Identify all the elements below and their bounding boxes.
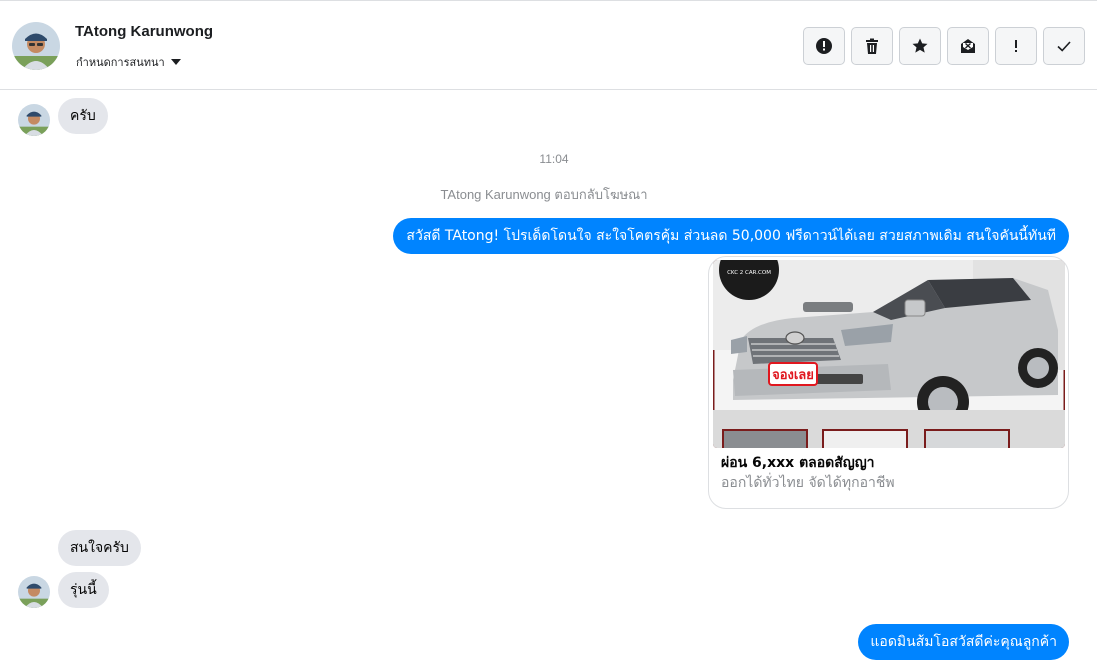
sender-avatar[interactable] bbox=[18, 576, 50, 608]
incoming-message[interactable]: รุ่นนี้ bbox=[58, 572, 109, 608]
conversation-settings-dropdown[interactable]: กำหนดการสนทนา bbox=[76, 53, 181, 71]
delete-button[interactable] bbox=[851, 27, 893, 65]
incoming-message[interactable]: สนใจครับ bbox=[58, 530, 141, 566]
ad-card[interactable]: CKC 2 CAR.COM จองเลย ผ่อน 6,xxx ตลอดสัญญ… bbox=[708, 256, 1069, 509]
book-now-badge: จองเลย bbox=[772, 368, 814, 383]
conversation-header: TAtong Karunwong กำหนดการสนทนา bbox=[0, 0, 1097, 90]
incoming-message[interactable]: ครับ bbox=[58, 98, 108, 134]
trash-icon bbox=[866, 38, 878, 54]
checkmark-icon bbox=[1057, 41, 1071, 52]
contact-avatar[interactable] bbox=[12, 22, 60, 70]
envelope-x-icon bbox=[961, 39, 975, 53]
exclamation-icon bbox=[1015, 40, 1017, 52]
outgoing-message[interactable]: แอดมินส้มโอสวัสดีค่ะคุณลูกค้า bbox=[858, 624, 1069, 660]
mark-done-button[interactable] bbox=[1043, 27, 1085, 65]
alert-circle-icon bbox=[816, 38, 832, 54]
dealer-logo-text: CKC 2 CAR.COM bbox=[727, 270, 771, 276]
ad-title[interactable]: ผ่อน 6,xxx ตลอดสัญญา bbox=[721, 452, 875, 474]
ad-car-image[interactable]: CKC 2 CAR.COM จองเลย bbox=[713, 260, 1065, 448]
mark-unread-button[interactable] bbox=[947, 27, 989, 65]
contact-name[interactable]: TAtong Karunwong bbox=[75, 23, 213, 40]
star-button[interactable] bbox=[899, 27, 941, 65]
caret-down-icon bbox=[170, 59, 181, 65]
conversation-toolbar bbox=[803, 27, 1085, 65]
mark-important-button[interactable] bbox=[995, 27, 1037, 65]
message-timestamp: 11:04 bbox=[539, 152, 569, 166]
star-icon bbox=[912, 38, 928, 53]
outgoing-message[interactable]: สวัสดี TAtong! โปรเด็ดโดนใจ สะใจโคตรคุ้ม… bbox=[393, 218, 1069, 254]
sender-avatar[interactable] bbox=[18, 104, 50, 136]
ad-reply-note: TAtong Karunwong ตอบกลับโฆษณา bbox=[440, 187, 648, 202]
conversation-settings-label: กำหนดการสนทนา bbox=[76, 57, 165, 69]
ad-subtitle: ออกได้ทั่วไทย จัดได้ทุกอาชีพ bbox=[721, 475, 895, 491]
report-spam-button[interactable] bbox=[803, 27, 845, 65]
